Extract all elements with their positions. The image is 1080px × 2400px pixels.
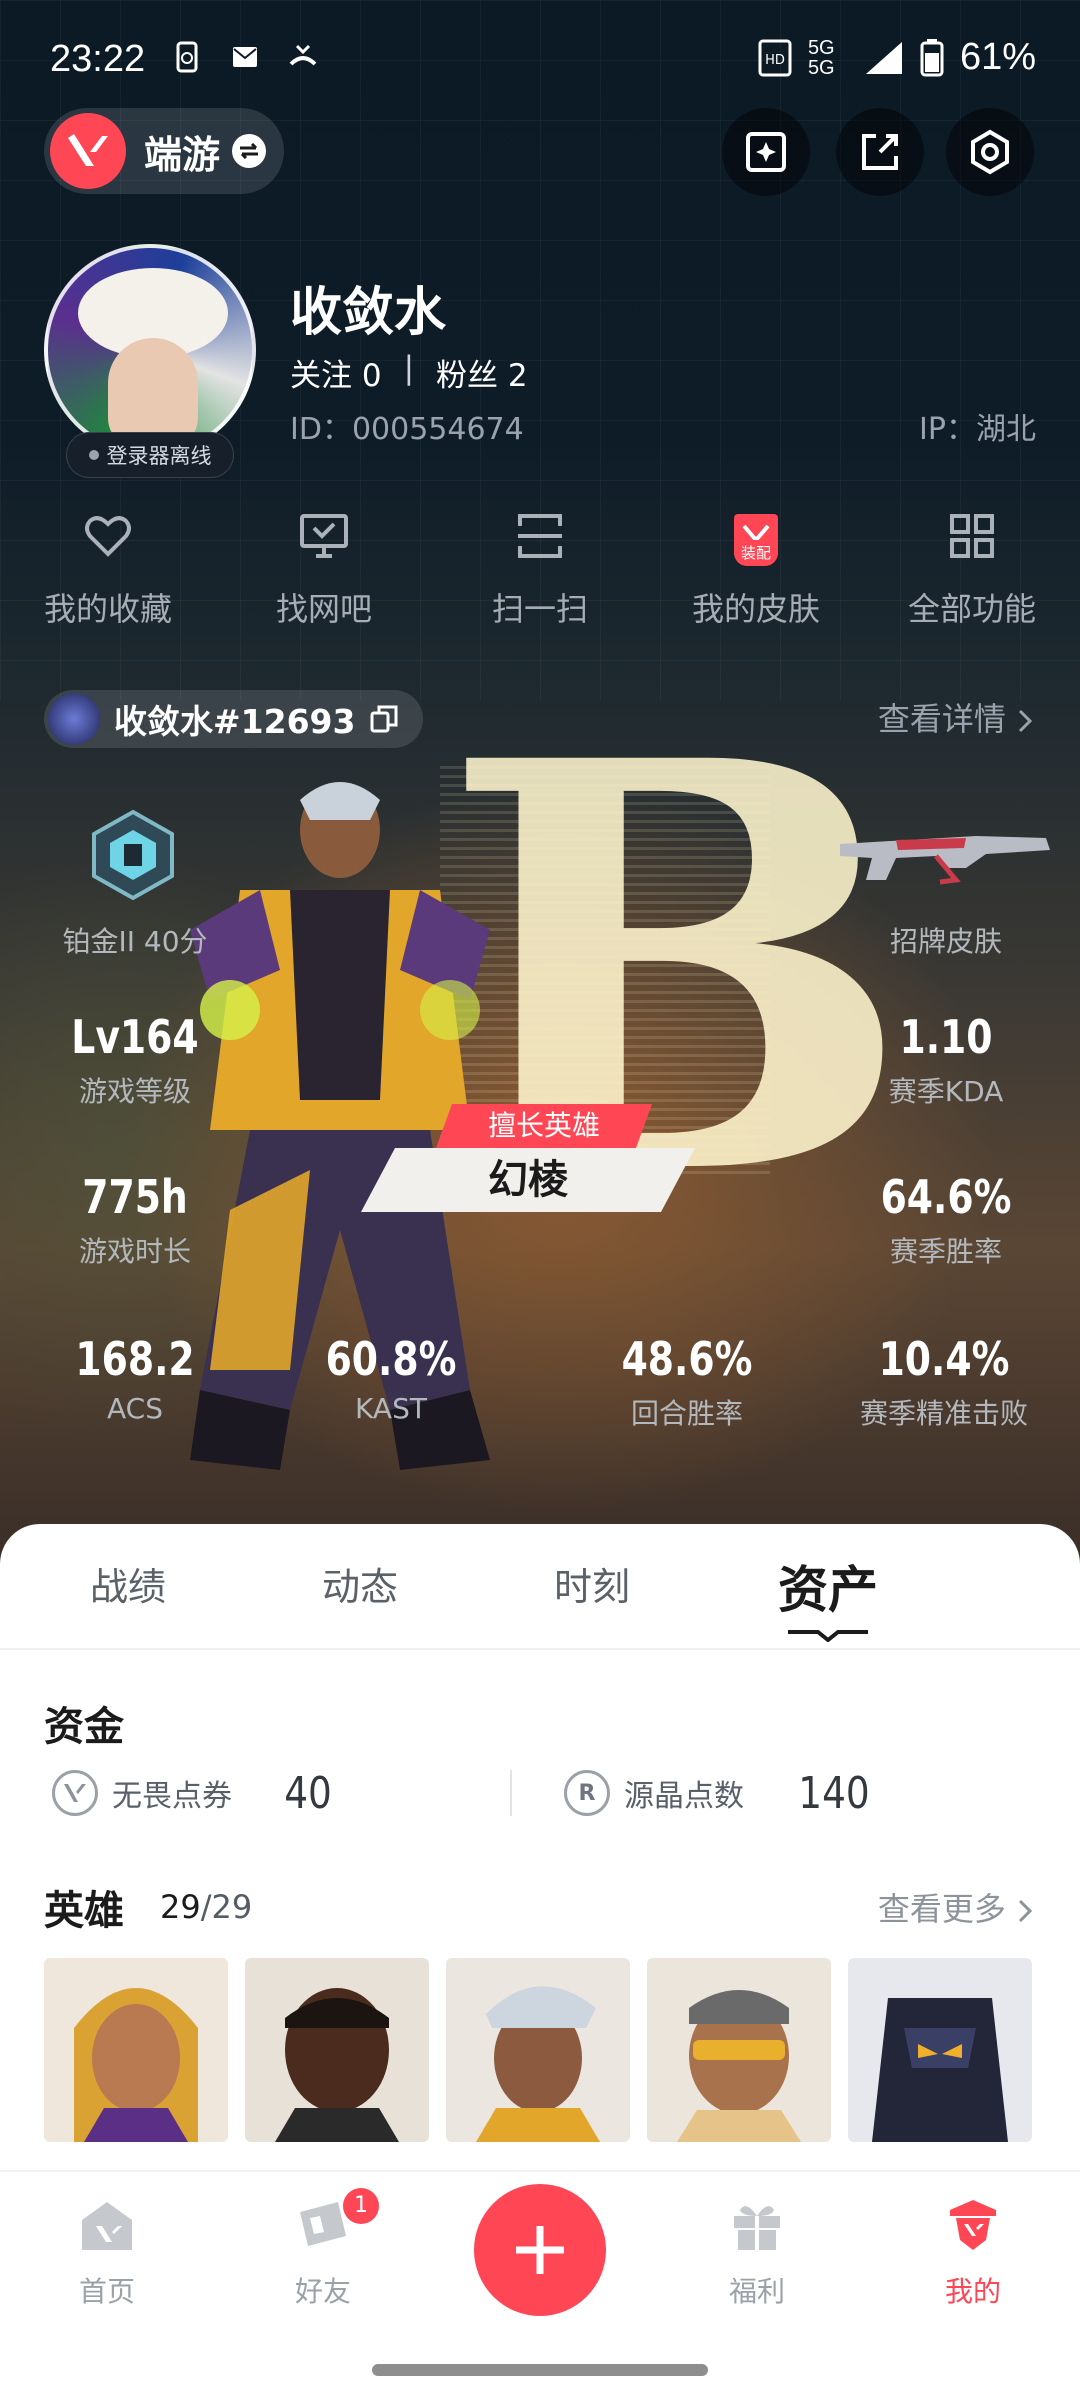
mail-icon: [233, 47, 257, 67]
battery-percent: 61%: [959, 36, 1036, 78]
weapon-skin-image: [840, 836, 1050, 885]
tab-records[interactable]: 战绩: [90, 1556, 166, 1611]
quick-item-scan[interactable]: 扫一扫: [432, 510, 648, 630]
status-bar: 23:22 HD 5G 5G 61%: [0, 0, 1080, 120]
status-time: 23:22: [50, 38, 146, 80]
favorite-hero-name: 幻棱: [488, 1157, 568, 1203]
vp-icon: [52, 1770, 98, 1816]
quick-item-skins[interactable]: 装配 我的皮肤: [648, 510, 864, 630]
copy-icon[interactable]: [369, 704, 399, 734]
quick-item-favorites[interactable]: 我的收藏: [0, 510, 216, 630]
sparkle-card-icon: [746, 132, 786, 172]
vp-value: 40: [284, 1767, 332, 1819]
stat-acs: 168.2 ACS: [75, 1332, 195, 1425]
network-type: 5G 5G: [807, 36, 835, 79]
funds-title: 资金: [44, 1704, 124, 1750]
agent-portrait[interactable]: [44, 1958, 228, 2142]
stat-hours: 775h 游戏时长: [78, 1170, 191, 1268]
stat-winrate: 64.6% 赛季胜率: [880, 1170, 1012, 1268]
signal-icon: [865, 41, 902, 74]
share-icon: [862, 134, 898, 170]
nav-home[interactable]: 首页: [47, 2196, 167, 2310]
sparkle-card-button[interactable]: [722, 108, 810, 196]
agent-portrait[interactable]: [647, 1958, 831, 2142]
tab-feed[interactable]: 动态: [322, 1556, 398, 1611]
tab-divider: [0, 1648, 1080, 1650]
valorant-logo-icon: [50, 113, 126, 189]
quick-menu: 我的收藏 找网吧 扫一扫 装配 我的皮肤 全部功能: [0, 510, 1080, 630]
gift-icon: [734, 2206, 780, 2250]
stat-round-winrate: 48.6% 回合胜率: [621, 1332, 753, 1430]
swap-icon: [232, 134, 267, 168]
favorite-hero-card[interactable]: 擅长英雄 幻棱: [360, 1104, 708, 1214]
quick-item-all[interactable]: 全部功能: [864, 510, 1080, 630]
riot-name: 收敛水#12693: [114, 702, 356, 741]
stat-kast: 60.8% KAST: [325, 1332, 457, 1425]
favorite-hero-tag: 擅长英雄: [487, 1109, 600, 1142]
quick-item-netcafe[interactable]: 找网吧: [216, 510, 432, 630]
rp-fund: R 源晶点数 140: [564, 1766, 876, 1820]
signature-skin-stat: 招牌皮肤: [889, 925, 1002, 958]
game-switcher[interactable]: 端游: [44, 108, 284, 194]
settings-button[interactable]: [946, 108, 1034, 196]
riot-avatar: [48, 693, 100, 745]
create-button[interactable]: [474, 2184, 606, 2316]
profile-icon: [950, 2200, 996, 2250]
following-count[interactable]: 关注 0: [290, 350, 382, 395]
phone-sync-icon: [176, 41, 198, 73]
nav-friends[interactable]: 1 好友: [263, 2188, 383, 2310]
nav-profile[interactable]: 我的: [913, 2196, 1033, 2310]
rank-stat: 铂金II 40分: [62, 925, 208, 958]
agent-portrait[interactable]: [848, 1958, 1032, 2142]
plus-icon: [516, 2226, 564, 2274]
heroes-count: 29/29: [160, 1888, 253, 1926]
home-icon: [82, 2202, 132, 2250]
stat-level: Lv164 游戏等级: [71, 1010, 199, 1108]
tab-moments[interactable]: 时刻: [554, 1556, 630, 1611]
agent-list: [44, 1958, 1032, 2142]
rp-value: 140: [798, 1767, 870, 1819]
heart-icon: [85, 516, 131, 557]
equip-badge: 装配: [734, 540, 778, 566]
follow-stats: 关注 0 | 粉丝 2: [290, 350, 528, 395]
rp-icon: R: [564, 1770, 610, 1816]
riot-id-chip[interactable]: 收敛水#12693: [44, 690, 424, 748]
scan-icon: [518, 514, 562, 558]
avatar[interactable]: [44, 244, 256, 456]
svg-text:HD: HD: [765, 53, 785, 68]
missed-call-icon: [289, 44, 317, 66]
agent-portrait[interactable]: [245, 1958, 429, 2142]
stat-kda: 1.10 赛季KDA: [888, 1010, 1004, 1108]
launcher-status-badge: 登录器离线: [66, 432, 234, 478]
nav-benefits[interactable]: 福利: [697, 2196, 817, 2310]
monitor-icon: [300, 514, 348, 558]
hd-icon: HD: [758, 39, 792, 76]
home-indicator: [372, 2364, 708, 2376]
battery-icon: [920, 38, 944, 76]
share-button[interactable]: [836, 108, 924, 196]
grid-icon: [950, 514, 994, 558]
username: 收敛水: [290, 283, 447, 343]
heroes-title: 英雄: [44, 1888, 124, 1934]
game-name: 端游: [144, 132, 221, 177]
ip-location: IP：湖北: [919, 412, 1036, 447]
stat-headshot: 10.4% 赛季精准击败: [859, 1332, 1028, 1430]
friends-badge: 1: [343, 2188, 379, 2224]
vp-fund: 无畏点券 40: [52, 1766, 336, 1820]
fund-divider: [510, 1770, 512, 1816]
agent-portrait[interactable]: [446, 1958, 630, 2142]
fans-count[interactable]: 粉丝 2: [436, 350, 528, 395]
user-id: ID：000554674: [290, 412, 524, 447]
gear-icon: [971, 129, 1009, 175]
view-more-link[interactable]: 查看更多: [878, 1884, 1036, 1930]
rank-emblem-icon: [92, 809, 174, 901]
chevron-right-icon: [1018, 709, 1033, 733]
chevron-right-icon: [1018, 1899, 1033, 1923]
tab-indicator: [788, 1630, 868, 1642]
tab-assets[interactable]: 资产: [778, 1550, 878, 1622]
